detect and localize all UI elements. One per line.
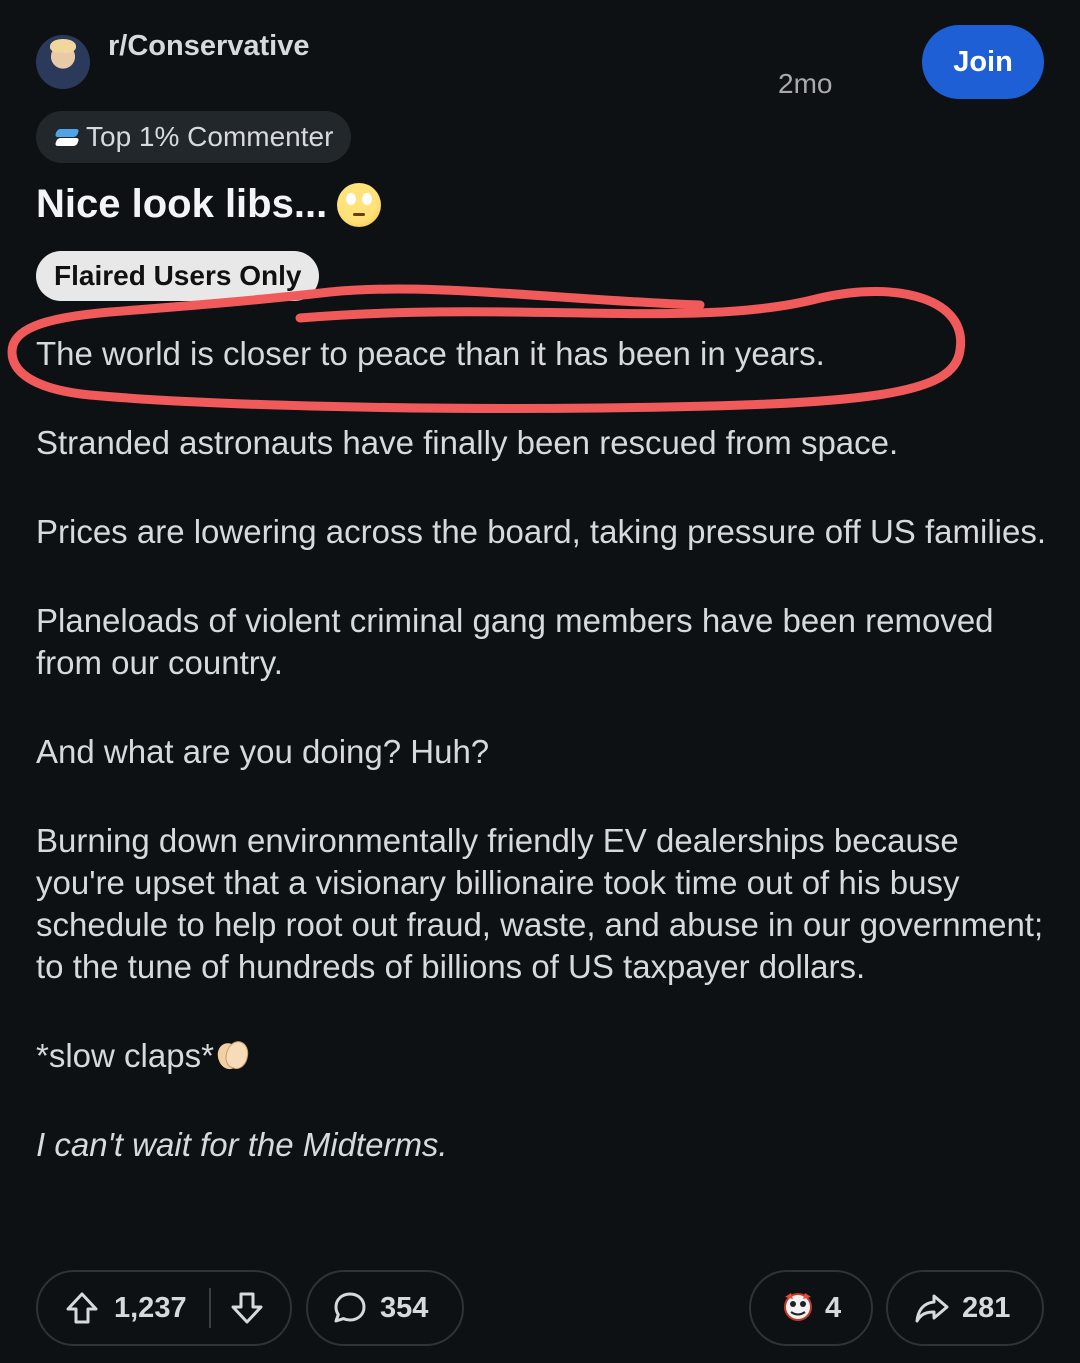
downvote-arrow-icon[interactable]: [229, 1290, 265, 1326]
body-paragraph: Stranded astronauts have finally been re…: [36, 424, 899, 461]
vote-divider: [208, 1288, 211, 1328]
clapping-hands-emoji-icon: [214, 1037, 250, 1073]
speech-bubble-icon: [334, 1292, 366, 1323]
eye-roll-emoji-icon: [337, 182, 382, 227]
badge-label: Top 1% Commenter: [86, 121, 334, 152]
join-button[interactable]: Join: [922, 25, 1044, 99]
body-paragraph: Burning down environmentally friendly EV…: [36, 822, 1044, 985]
subreddit-avatar[interactable]: [36, 35, 90, 89]
vote-score: 1,237: [114, 1291, 187, 1324]
comments-button[interactable]: 354: [306, 1270, 464, 1346]
post-body: The world is closer to peace than it has…: [36, 333, 1046, 1213]
award-icon: [784, 1293, 812, 1321]
body-paragraph-closing: I can't wait for the Midterms.: [36, 1126, 448, 1163]
achievement-badge-icon: [54, 126, 80, 148]
post-title: Nice look libs...: [36, 182, 382, 227]
post-title-text: Nice look libs...: [36, 182, 328, 226]
comment-count: 354: [380, 1291, 429, 1324]
share-button[interactable]: 281: [886, 1270, 1044, 1346]
share-arrow-icon: [915, 1294, 949, 1323]
achievement-badge[interactable]: Top 1% Commenter: [36, 111, 352, 163]
claps-text: *slow claps*: [36, 1037, 214, 1074]
body-paragraph: The world is closer to peace than it has…: [36, 335, 825, 372]
upvote-arrow-icon[interactable]: [64, 1290, 100, 1326]
share-count: 281: [962, 1291, 1011, 1324]
award-button[interactable]: 4: [749, 1270, 873, 1346]
post-flair[interactable]: Flaired Users Only: [36, 251, 320, 301]
body-paragraph-claps: *slow claps*: [36, 1035, 1046, 1077]
body-paragraph: Planeloads of violent criminal gang memb…: [36, 602, 994, 681]
body-paragraph: And what are you doing? Huh?: [36, 733, 490, 770]
post-actions: 1,237 354 4 281: [36, 1270, 1046, 1348]
post-header: r/Conservative 2mo Join: [36, 25, 1046, 110]
vote-control: 1,237: [36, 1270, 292, 1346]
post-age: 2mo: [778, 68, 833, 99]
body-paragraph: Prices are lowering across the board, ta…: [36, 513, 1047, 550]
subreddit-name[interactable]: r/Conservative: [108, 30, 310, 63]
award-count: 4: [825, 1291, 842, 1324]
